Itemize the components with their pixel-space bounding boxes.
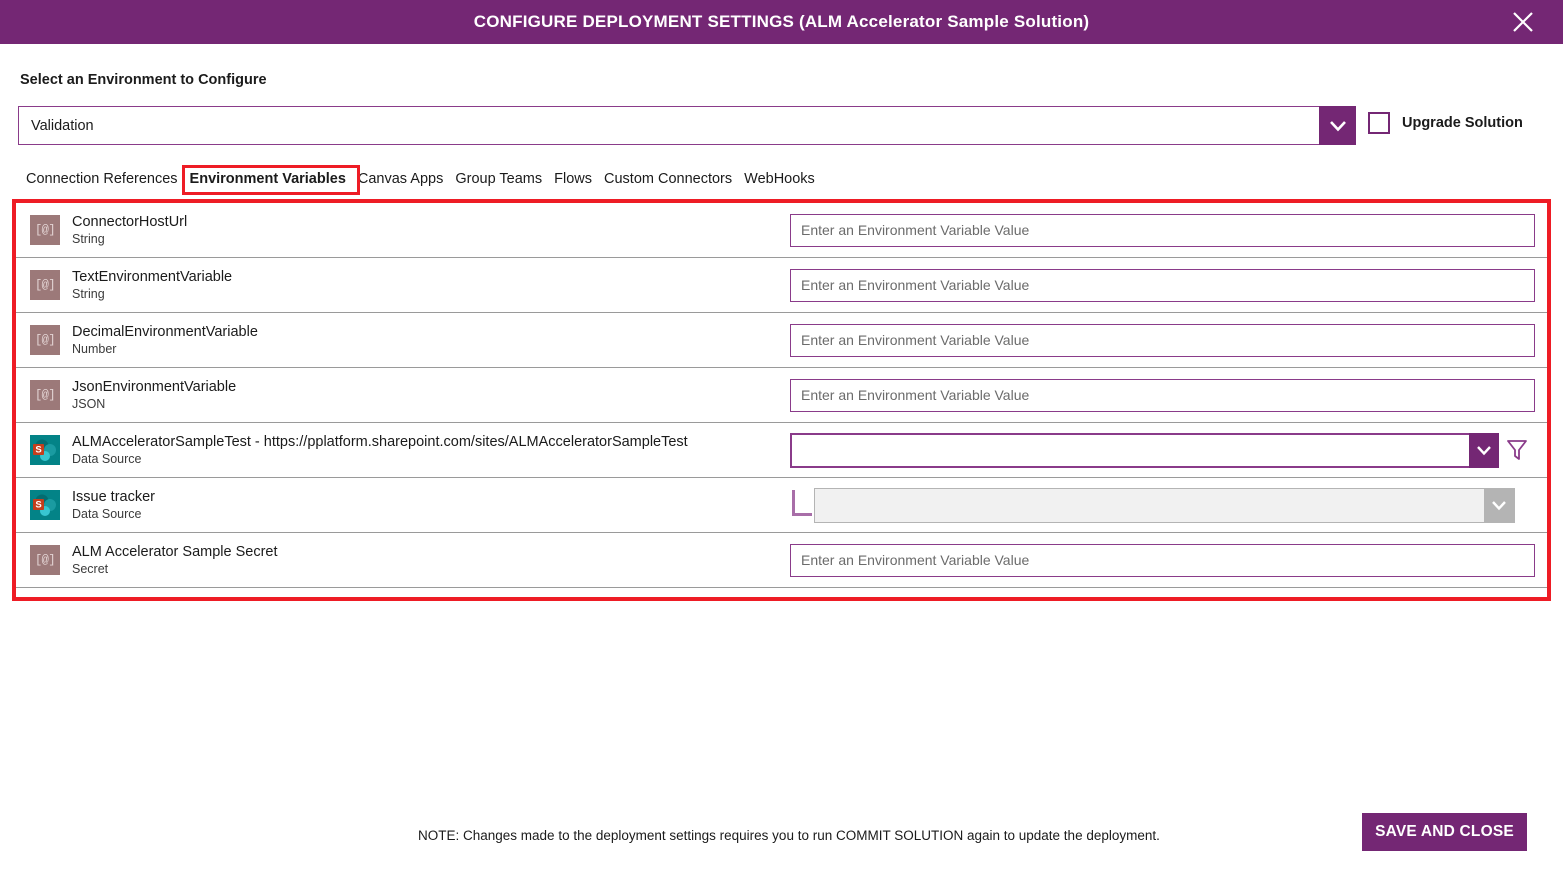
row-text-block: DecimalEnvironmentVariable Number (72, 323, 258, 357)
row-subtitle: Number (72, 342, 117, 356)
row-title: ALMAcceleratorSampleTest - https://pplat… (72, 434, 688, 450)
row-subtitle: JSON (72, 397, 106, 411)
row-subtitle: Data Source (72, 507, 142, 521)
row-control: Enter an Environment Variable Value (784, 268, 1547, 302)
footer-note: NOTE: Changes made to the deployment set… (418, 828, 1160, 843)
configure-deployment-settings-dialog: CONFIGURE DEPLOYMENT SETTINGS (ALM Accel… (0, 0, 1563, 869)
environment-variable-row: [@] ConnectorHostUrl String Enter an Enviro… (16, 203, 1547, 258)
environment-variable-row: S ALMAcceleratorSampleTest - https://ppla… (16, 423, 1547, 478)
row-subtitle: Secret (72, 562, 109, 576)
row-title: Issue tracker (72, 489, 155, 505)
environment-variables-panel: [@] ConnectorHostUrl String Enter an Enviro… (12, 199, 1551, 601)
row-identity: S Issue tracker Data Source (16, 488, 784, 522)
row-identity: [@] JsonEnvironmentVariable JSON (16, 378, 784, 412)
upgrade-solution-label: Upgrade Solution (1402, 115, 1523, 131)
tab-connection-references[interactable]: Connection References (20, 168, 184, 191)
row-text-block: TextEnvironmentVariable String (72, 268, 232, 302)
funnel-filter-icon (1507, 440, 1527, 460)
row-control: Enter an Environment Variable Value (784, 378, 1547, 412)
row-text-block: ConnectorHostUrl String (72, 213, 187, 247)
environment-variable-value-input[interactable]: Enter an Environment Variable Value (790, 213, 1535, 247)
environment-variable-icon: [@] (30, 270, 60, 300)
upgrade-solution-control[interactable]: Upgrade Solution (1368, 112, 1523, 134)
row-title: DecimalEnvironmentVariable (72, 324, 258, 340)
environment-variable-icon: [@] (30, 215, 60, 245)
row-identity: [@] DecimalEnvironmentVariable Number (16, 323, 784, 357)
upgrade-solution-checkbox[interactable] (1368, 112, 1390, 134)
data-source-dropdown[interactable] (790, 432, 1499, 468)
row-identity: S ALMAcceleratorSampleTest - https://ppla… (16, 433, 784, 467)
environment-variable-row: [@] JsonEnvironmentVariable JSON Enter an E… (16, 368, 1547, 423)
filter-button[interactable] (1499, 438, 1535, 462)
environment-variable-row: [@] ALM Accelerator Sample Secret Secret En… (16, 533, 1547, 588)
settings-tab-bar: Connection References Environment Variabl… (20, 168, 821, 191)
chevron-down-icon (1329, 120, 1346, 131)
svg-text:S: S (35, 500, 41, 511)
row-title: TextEnvironmentVariable (72, 269, 233, 285)
row-text-block: ALM Accelerator Sample Secret Secret (72, 543, 278, 577)
row-title: ConnectorHostUrl (72, 214, 188, 230)
data-source-dropdown-value[interactable] (790, 432, 1469, 468)
data-source-dropdown-disabled-value (815, 489, 1484, 522)
tab-custom-connectors[interactable]: Custom Connectors (598, 168, 738, 191)
child-row-connector (792, 490, 814, 520)
data-source-dropdown-disabled-arrow (1484, 488, 1514, 522)
tab-group-teams[interactable]: Group Teams (449, 168, 548, 191)
environment-variable-icon: [@] (30, 545, 60, 575)
environment-variable-icon: [@] (30, 380, 60, 410)
row-control: Enter an Environment Variable Value (784, 213, 1547, 247)
row-subtitle: String (72, 287, 105, 301)
chevron-down-icon (1492, 500, 1506, 510)
tab-environment-variables[interactable]: Environment Variables (184, 168, 352, 191)
environment-variable-value-input[interactable]: Enter an Environment Variable Value (790, 323, 1535, 357)
data-source-dropdown-disabled (814, 487, 1515, 523)
row-subtitle: Data Source (72, 452, 142, 466)
tab-flows[interactable]: Flows (548, 168, 598, 191)
chevron-down-icon (1477, 445, 1491, 455)
environment-selector[interactable]: Validation (18, 106, 1356, 145)
row-text-block: Issue tracker Data Source (72, 488, 155, 522)
environment-variable-row: [@] TextEnvironmentVariable String Enter an… (16, 258, 1547, 313)
tab-canvas-apps[interactable]: Canvas Apps (352, 168, 449, 191)
environment-variable-icon: [@] (30, 325, 60, 355)
row-title: JsonEnvironmentVariable (72, 379, 237, 395)
data-source-dropdown-arrow-button[interactable] (1469, 432, 1499, 468)
sharepoint-icon: S (30, 490, 60, 520)
row-subtitle: String (72, 232, 105, 246)
row-identity: [@] ALM Accelerator Sample Secret Secret (16, 543, 784, 577)
row-identity: [@] TextEnvironmentVariable String (16, 268, 784, 302)
row-control: Enter an Environment Variable Value (784, 323, 1547, 357)
close-dialog-button[interactable] (1497, 0, 1549, 44)
environment-selector-label: Select an Environment to Configure (20, 72, 267, 88)
environment-variable-value-input[interactable]: Enter an Environment Variable Value (790, 378, 1535, 412)
row-text-block: ALMAcceleratorSampleTest - https://pplat… (72, 433, 688, 467)
save-and-close-button[interactable]: SAVE AND CLOSE (1362, 813, 1527, 851)
sharepoint-icon: S (30, 435, 60, 465)
environment-variable-row: S Issue tracker Data Source (16, 478, 1547, 533)
dialog-titlebar: CONFIGURE DEPLOYMENT SETTINGS (ALM Accel… (0, 0, 1563, 44)
environment-variable-row: [@] DecimalEnvironmentVariable Number Enter… (16, 313, 1547, 368)
svg-text:S: S (35, 445, 41, 456)
close-icon (1513, 12, 1533, 32)
row-title: ALM Accelerator Sample Secret (72, 544, 278, 560)
row-text-block: JsonEnvironmentVariable JSON (72, 378, 236, 412)
row-identity: [@] ConnectorHostUrl String (16, 213, 784, 247)
environment-variable-value-input[interactable]: Enter an Environment Variable Value (790, 543, 1535, 577)
environment-selector-arrow-button[interactable] (1319, 106, 1356, 145)
row-control (784, 432, 1547, 468)
row-control (784, 487, 1547, 523)
environment-selector-value[interactable]: Validation (18, 106, 1319, 145)
row-control: Enter an Environment Variable Value (784, 543, 1547, 577)
tab-webhooks[interactable]: WebHooks (738, 168, 821, 191)
dialog-title: CONFIGURE DEPLOYMENT SETTINGS (ALM Accel… (473, 12, 1090, 31)
environment-variable-value-input[interactable]: Enter an Environment Variable Value (790, 268, 1535, 302)
